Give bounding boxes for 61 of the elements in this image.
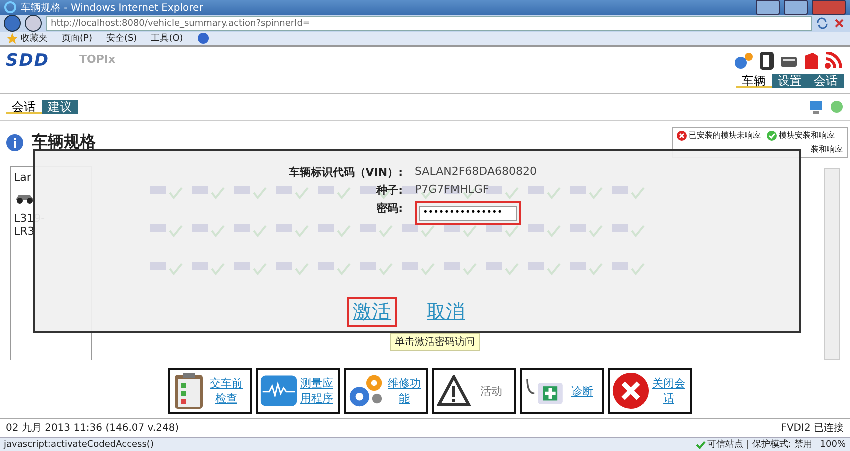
password-field[interactable]: ••••••••••••••• xyxy=(419,206,517,220)
page-title: 车辆规格 xyxy=(32,132,96,153)
action-button[interactable]: 维修功能 xyxy=(344,368,428,414)
field-label: 车辆标识代码（VIN）: xyxy=(288,165,404,180)
legend-label: 装和响应 xyxy=(811,144,843,155)
check-icon xyxy=(767,130,777,140)
toolbar-menu[interactable]: 安全(S) xyxy=(106,32,138,45)
sub-tab[interactable]: 建议 xyxy=(42,100,78,114)
close-button[interactable] xyxy=(812,0,846,15)
action-button[interactable]: 诊断 xyxy=(520,368,604,414)
security-zone: 可信站点 | 保护模式: 禁用 xyxy=(708,438,812,451)
close-icon xyxy=(612,371,650,411)
status-text: javascript:activateCodedAccess() xyxy=(4,440,155,450)
waveform-icon xyxy=(260,374,298,408)
tooltip: 单击激活密码访问 xyxy=(390,333,480,351)
app-logo: SDD xyxy=(6,51,50,71)
dialog-link[interactable]: 取消 xyxy=(421,297,471,327)
forward-button[interactable] xyxy=(25,15,42,32)
connection-status: FVDI2 已连接 xyxy=(781,422,844,435)
field-value: P7G7FMHLGF xyxy=(415,183,490,196)
scrollbar[interactable] xyxy=(824,168,840,360)
info-icon xyxy=(6,134,24,152)
maximize-button[interactable] xyxy=(784,0,808,15)
legend-label: 模块安装和响应 xyxy=(779,130,835,141)
action-button[interactable]: 测量应用程序 xyxy=(256,368,340,414)
sub-tab[interactable]: 会话 xyxy=(6,100,42,114)
star-icon xyxy=(6,32,19,45)
legend-label: 已安装的模块未响应 xyxy=(689,130,761,141)
vehicle-name: Lar xyxy=(14,171,32,184)
field-value: SALAN2F68DA680820 xyxy=(415,165,537,178)
gears-icon[interactable] xyxy=(734,52,754,70)
refresh-icon[interactable] xyxy=(816,17,829,30)
error-icon xyxy=(677,130,687,140)
toolbar-menu[interactable]: 工具(O) xyxy=(151,32,184,45)
check-icon xyxy=(696,440,706,450)
dialog-link[interactable]: 激活 xyxy=(347,297,397,327)
signal-icon[interactable] xyxy=(824,52,844,70)
zoom-level[interactable]: 100% xyxy=(820,440,846,450)
back-button[interactable] xyxy=(4,15,21,32)
timestamp: 02 九月 2013 11:36 (146.07 v.248) xyxy=(6,422,180,435)
stop-icon[interactable] xyxy=(833,17,846,30)
action-button[interactable]: 交车前检查 xyxy=(168,368,252,414)
minimize-button[interactable] xyxy=(756,0,780,15)
battery-icon[interactable] xyxy=(780,54,798,68)
header-tab[interactable]: 会话 xyxy=(808,74,844,88)
address-field[interactable]: http://localhost:8080/vehicle_summary.action?spinnerId= xyxy=(46,16,812,31)
window-title: 车辆规格 - Windows Internet Explorer xyxy=(21,2,204,14)
header-tab[interactable]: 车辆 xyxy=(736,74,772,88)
favorites-button[interactable]: 收藏夹 xyxy=(21,32,48,45)
device-icon[interactable] xyxy=(759,51,775,71)
car-icon xyxy=(14,192,36,204)
header-tab[interactable]: 设置 xyxy=(772,74,808,88)
clipboard-icon xyxy=(174,372,204,410)
action-button[interactable]: 关闭会话 xyxy=(608,368,692,414)
product-name: TOPIx xyxy=(79,53,117,66)
field-label: 种子: xyxy=(375,183,404,198)
help-icon[interactable] xyxy=(197,32,210,45)
computer-icon[interactable] xyxy=(809,99,825,115)
warning-icon xyxy=(436,375,470,407)
browser-icon xyxy=(4,1,17,14)
toolbar-menu[interactable]: 页面(P) xyxy=(62,32,92,45)
